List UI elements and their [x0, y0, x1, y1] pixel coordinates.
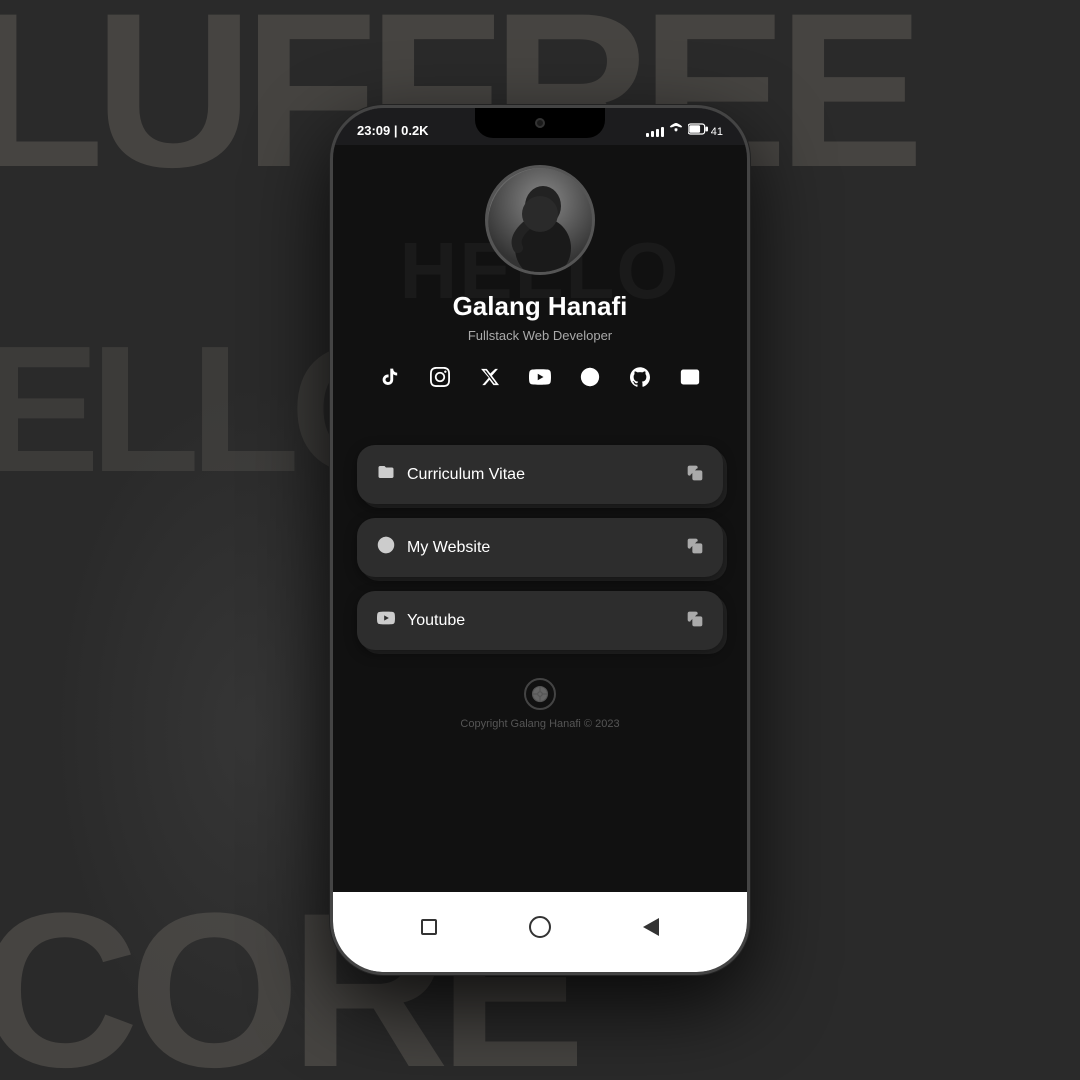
status-time: 23:09 | 0.2K — [357, 123, 429, 138]
website-globe-icon — [377, 536, 395, 559]
profile-section: HELLO — [357, 165, 723, 421]
website-link-label: My Website — [407, 539, 490, 557]
notch — [475, 108, 605, 138]
youtube-link-button[interactable]: Youtube — [357, 591, 723, 650]
website-link-button[interactable]: My Website — [357, 518, 723, 577]
youtube-link-left: Youtube — [377, 609, 465, 632]
tiktok-icon[interactable] — [374, 361, 406, 393]
notch-camera — [535, 118, 545, 128]
footer-section: Copyright Galang Hanafi © 2023 — [460, 678, 619, 730]
footer-logo-icon — [524, 678, 556, 710]
cv-link-button[interactable]: Curriculum Vitae — [357, 445, 723, 504]
youtube-copy-icon — [687, 611, 703, 630]
nav-stop-button[interactable] — [416, 914, 442, 940]
links-section: Curriculum Vitae — [357, 445, 723, 650]
wifi-icon — [669, 122, 683, 139]
globe-icon[interactable] — [574, 361, 606, 393]
phone-frame: 23:09 | 0.2K 41 — [330, 105, 750, 975]
website-link-left: My Website — [377, 536, 490, 559]
signal-bars — [646, 125, 664, 137]
nav-stop-icon — [421, 919, 437, 935]
footer-copyright: Copyright Galang Hanafi © 2023 — [460, 718, 619, 730]
social-icons-row — [374, 361, 706, 393]
youtube-link-label: Youtube — [407, 612, 465, 630]
profile-title: Fullstack Web Developer — [468, 328, 612, 343]
avatar — [485, 165, 595, 275]
cv-copy-icon — [687, 465, 703, 484]
status-icons: 41 — [646, 122, 723, 139]
profile-name: Galang Hanafi — [453, 291, 628, 322]
battery-icon: 41 — [688, 123, 723, 138]
nav-back-icon — [643, 918, 659, 936]
folder-icon — [377, 463, 395, 486]
github-icon[interactable] — [624, 361, 656, 393]
website-copy-icon — [687, 538, 703, 557]
nav-home-button[interactable] — [527, 914, 553, 940]
status-bar: 23:09 | 0.2K 41 — [333, 108, 747, 145]
nav-back-button[interactable] — [638, 914, 664, 940]
email-icon[interactable] — [674, 361, 706, 393]
cv-link-left: Curriculum Vitae — [377, 463, 525, 486]
avatar-image — [488, 168, 592, 272]
instagram-icon[interactable] — [424, 361, 456, 393]
cv-link-label: Curriculum Vitae — [407, 466, 525, 484]
twitter-icon[interactable] — [474, 361, 506, 393]
nav-home-icon — [529, 916, 551, 938]
screen: HELLO — [333, 145, 747, 909]
youtube-btn-icon — [377, 609, 395, 632]
youtube-icon[interactable] — [524, 361, 556, 393]
bottom-navigation-bar — [333, 892, 747, 972]
